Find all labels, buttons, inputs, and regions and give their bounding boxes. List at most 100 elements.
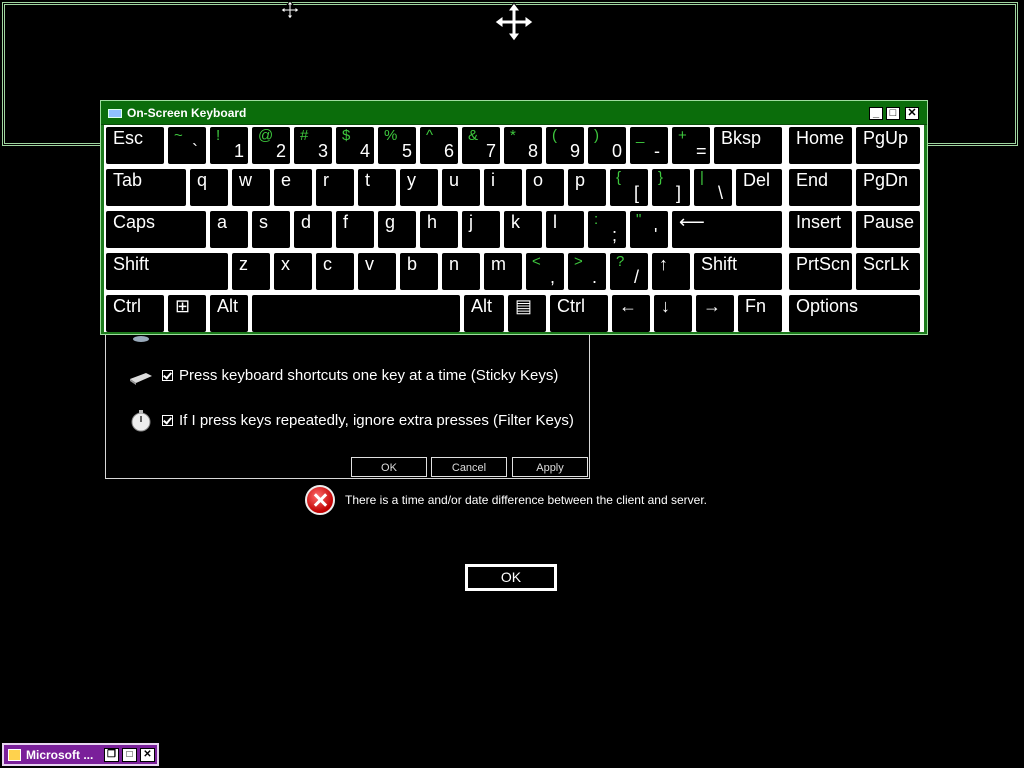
key-label: n bbox=[449, 254, 460, 274]
key-base-label: 2 bbox=[276, 141, 287, 161]
key-e[interactable]: e bbox=[274, 169, 312, 206]
osk-title-bar[interactable]: On-Screen Keyboard _ □ ✕ bbox=[101, 101, 927, 125]
key-shift-right[interactable]: Shift bbox=[694, 253, 782, 290]
key-t[interactable]: t bbox=[358, 169, 396, 206]
key-9[interactable]: (9 bbox=[546, 127, 584, 164]
key-enter[interactable]: ⟵ bbox=[672, 211, 782, 248]
key-right[interactable]: → bbox=[696, 295, 734, 332]
key-semicolon[interactable]: :; bbox=[588, 211, 626, 248]
key-n[interactable]: n bbox=[442, 253, 480, 290]
key-period[interactable]: >. bbox=[568, 253, 606, 290]
key-ctrl-right[interactable]: Ctrl bbox=[550, 295, 608, 332]
key-base-label: ' bbox=[654, 225, 658, 245]
filter-keys-label: If I press keys repeatedly, ignore extra… bbox=[179, 411, 574, 429]
key-label: d bbox=[301, 212, 312, 232]
key-end[interactable]: End bbox=[789, 169, 852, 206]
key-b[interactable]: b bbox=[400, 253, 438, 290]
key-ctrl-left[interactable]: Ctrl bbox=[106, 295, 164, 332]
key-7[interactable]: & 7 bbox=[462, 127, 500, 164]
key-w[interactable]: w bbox=[232, 169, 270, 206]
key-options[interactable]: Options bbox=[789, 295, 920, 332]
key-h[interactable]: h bbox=[420, 211, 458, 248]
key-f[interactable]: f bbox=[336, 211, 374, 248]
key-quote[interactable]: " ' bbox=[630, 211, 668, 248]
key-g[interactable]: g bbox=[378, 211, 416, 248]
key-up[interactable]: ↑ bbox=[652, 253, 690, 290]
key-label: r bbox=[323, 170, 329, 190]
key-pgdn[interactable]: PgDn bbox=[856, 169, 920, 206]
taskbar-close-button[interactable]: ✕ bbox=[140, 748, 155, 762]
key-del[interactable]: Del bbox=[736, 169, 782, 206]
key-alt-right[interactable]: Alt bbox=[464, 295, 504, 332]
key-minus[interactable]: _ - bbox=[630, 127, 668, 164]
key-q[interactable]: q bbox=[190, 169, 228, 206]
maximize-button[interactable]: □ bbox=[886, 107, 900, 120]
key-2[interactable]: @2 bbox=[252, 127, 290, 164]
key-shift-left[interactable]: Shift bbox=[106, 253, 228, 290]
key-esc[interactable]: Esc bbox=[106, 127, 164, 164]
key-left[interactable]: ← bbox=[612, 295, 650, 332]
key-a[interactable]: a bbox=[210, 211, 248, 248]
key-l[interactable]: l bbox=[546, 211, 584, 248]
key-4[interactable]: $4 bbox=[336, 127, 374, 164]
key-6[interactable]: ^ 6 bbox=[420, 127, 458, 164]
taskbar-restore-button[interactable]: ❐ bbox=[104, 748, 119, 762]
taskbar-maximize-button[interactable]: □ bbox=[122, 748, 137, 762]
taskbar-app-button[interactable]: Microsoft ... ❐ □ ✕ bbox=[2, 743, 159, 766]
key-pgup[interactable]: PgUp bbox=[856, 127, 920, 164]
key-tilde[interactable]: ~ ` bbox=[168, 127, 206, 164]
key-r[interactable]: r bbox=[316, 169, 354, 206]
minimize-button[interactable]: _ bbox=[869, 107, 883, 120]
filter-keys-checkbox[interactable] bbox=[162, 414, 173, 426]
key-menu[interactable]: ▤ bbox=[508, 295, 546, 332]
key-u[interactable]: u bbox=[442, 169, 480, 206]
key-y[interactable]: y bbox=[400, 169, 438, 206]
error-ok-button[interactable]: OK bbox=[465, 564, 557, 591]
key-space[interactable] bbox=[252, 295, 460, 332]
key-slash[interactable]: ? / bbox=[610, 253, 648, 290]
key-backslash[interactable]: | \ bbox=[694, 169, 732, 206]
key-d[interactable]: d bbox=[294, 211, 332, 248]
dialog-cancel-button[interactable]: Cancel bbox=[431, 457, 507, 477]
key-i[interactable]: i bbox=[484, 169, 522, 206]
key-lbracket[interactable]: {[ bbox=[610, 169, 648, 206]
key-8[interactable]: * 8 bbox=[504, 127, 542, 164]
key-3[interactable]: #3 bbox=[294, 127, 332, 164]
key-s[interactable]: s bbox=[252, 211, 290, 248]
key-home[interactable]: Home bbox=[789, 127, 852, 164]
key-o[interactable]: o bbox=[526, 169, 564, 206]
key-insert[interactable]: Insert bbox=[789, 211, 852, 248]
key-j[interactable]: j bbox=[462, 211, 500, 248]
key-k[interactable]: k bbox=[504, 211, 542, 248]
key-backspace[interactable]: Bksp bbox=[714, 127, 782, 164]
key-base-label: , bbox=[550, 267, 556, 287]
key-z[interactable]: z bbox=[232, 253, 270, 290]
key-comma[interactable]: <, bbox=[526, 253, 564, 290]
key-down[interactable]: ↓ bbox=[654, 295, 692, 332]
key-0[interactable]: ) 0 bbox=[588, 127, 626, 164]
key-alt-left[interactable]: Alt bbox=[210, 295, 248, 332]
dialog-apply-button[interactable]: Apply bbox=[512, 457, 588, 477]
sticky-keys-row[interactable]: Press keyboard shortcuts one key at a ti… bbox=[128, 363, 558, 387]
key-v[interactable]: v bbox=[358, 253, 396, 290]
key-5[interactable]: % 5 bbox=[378, 127, 416, 164]
key-base-label: 5 bbox=[402, 141, 413, 161]
key-scrlk[interactable]: ScrLk bbox=[856, 253, 920, 290]
close-button[interactable]: ✕ bbox=[905, 107, 919, 120]
key-prtscn[interactable]: PrtScn bbox=[789, 253, 852, 290]
key-fn[interactable]: Fn bbox=[738, 295, 782, 332]
key-caps[interactable]: Caps bbox=[106, 211, 206, 248]
key-m[interactable]: m bbox=[484, 253, 522, 290]
filter-keys-row[interactable]: If I press keys repeatedly, ignore extra… bbox=[128, 408, 574, 432]
sticky-keys-checkbox[interactable] bbox=[162, 369, 173, 381]
key-1[interactable]: ! 1 bbox=[210, 127, 248, 164]
key-tab[interactable]: Tab bbox=[106, 169, 186, 206]
key-pause[interactable]: Pause bbox=[856, 211, 920, 248]
key-windows[interactable]: ⊞ bbox=[168, 295, 206, 332]
dialog-ok-button[interactable]: OK bbox=[351, 457, 427, 477]
key-x[interactable]: x bbox=[274, 253, 312, 290]
key-rbracket[interactable]: }] bbox=[652, 169, 690, 206]
key-p[interactable]: p bbox=[568, 169, 606, 206]
key-equals[interactable]: + = bbox=[672, 127, 710, 164]
key-c[interactable]: c bbox=[316, 253, 354, 290]
